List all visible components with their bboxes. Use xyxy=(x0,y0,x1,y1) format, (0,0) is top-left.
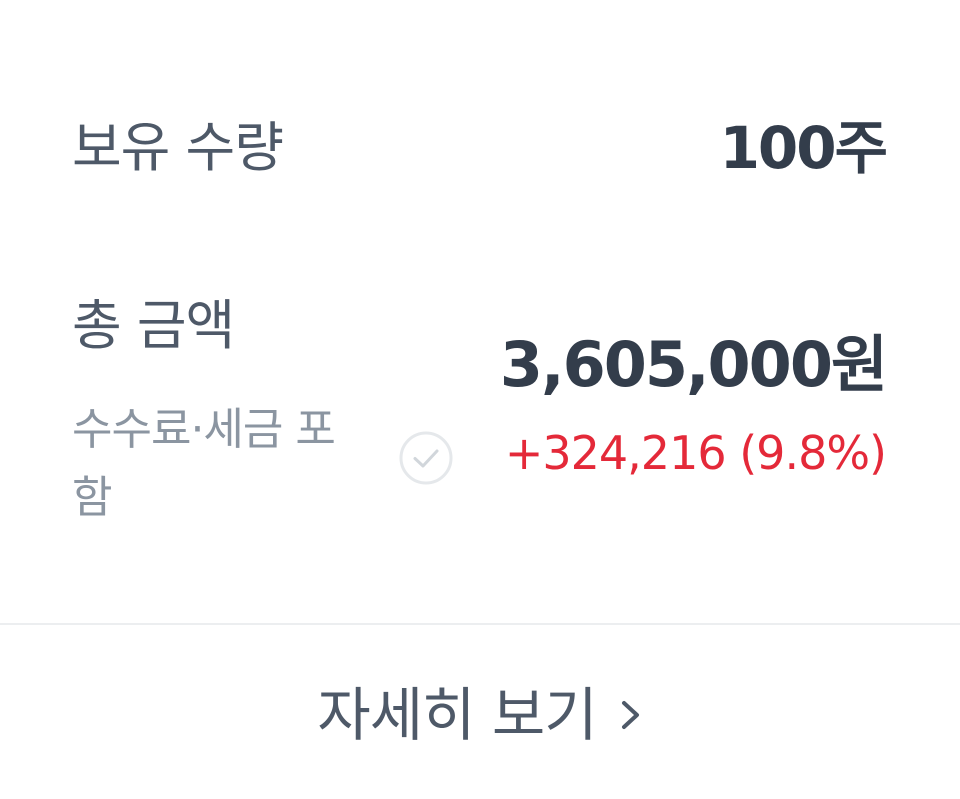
total-amount-row: 총 금액 수수료·세금 포함 3,605,000원 +324,216 (9.8%… xyxy=(72,294,888,526)
fee-tax-included-note: 수수료·세금 포함 xyxy=(72,404,336,524)
profit-value: +324,216 (9.8%) xyxy=(504,426,887,480)
chevron-right-icon xyxy=(619,695,643,735)
divider xyxy=(0,623,960,625)
holdings-label: 보유 수량 xyxy=(72,116,284,179)
total-amount-label: 총 금액 xyxy=(72,294,235,357)
total-amount-value: 3,605,000원 xyxy=(499,328,888,401)
holdings-row: 보유 수량 100주 xyxy=(72,108,888,188)
view-details-label: 자세히 보기 xyxy=(317,681,597,749)
check-circle-icon[interactable] xyxy=(398,430,454,486)
view-details-button[interactable]: 자세히 보기 xyxy=(0,660,960,770)
holdings-value: 100주 xyxy=(719,114,888,182)
